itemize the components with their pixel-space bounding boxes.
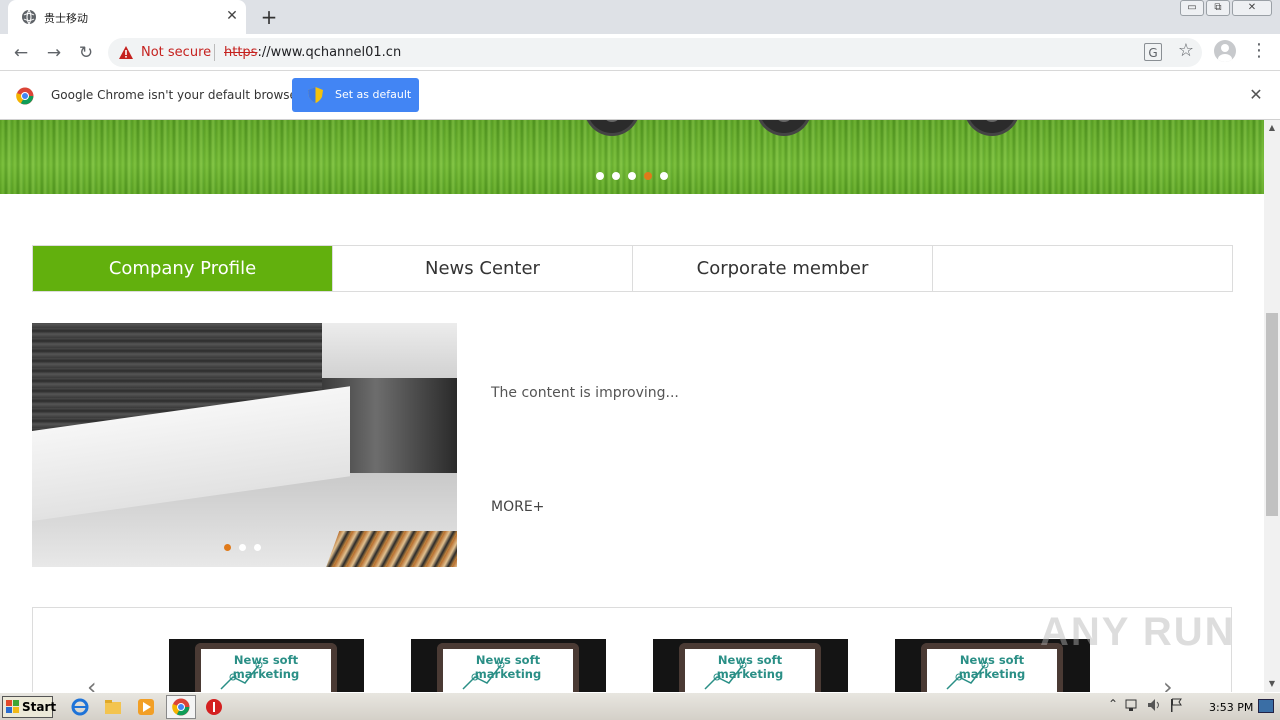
infobar-close-icon[interactable]: ✕ [1247, 86, 1265, 104]
photo-pagination [224, 544, 261, 551]
news-card[interactable]: News soft marketing [169, 639, 364, 692]
banner-dot[interactable] [660, 172, 668, 180]
tab-company-profile[interactable]: Company Profile [33, 246, 333, 291]
photo-ceiling [322, 323, 457, 383]
banner-dot[interactable] [596, 172, 604, 180]
url-scheme: https [224, 45, 258, 60]
tray-expand-icon[interactable]: ⌃ [1108, 697, 1118, 713]
scroll-down-arrow-icon[interactable]: ▼ [1264, 676, 1280, 692]
photo-dot[interactable] [224, 544, 231, 551]
banner-wheel [584, 120, 640, 136]
window-controls: ▭ ⧉ ✕ [1180, 0, 1272, 18]
reload-button[interactable]: ↻ [75, 42, 97, 64]
banner-wheel [964, 120, 1020, 136]
bookmark-star-icon[interactable]: ☆ [1176, 41, 1196, 61]
photo-dot[interactable] [254, 544, 261, 551]
tab-news-center[interactable]: News Center [333, 246, 633, 291]
browser-tab[interactable]: 贵士移动 ✕ [8, 0, 246, 34]
trend-line-icon [946, 661, 989, 690]
page-scrollbar[interactable]: ▲ ▼ [1264, 120, 1280, 692]
profile-content-text: The content is improving... [491, 385, 679, 401]
chrome-taskbar-button[interactable] [166, 695, 196, 719]
url-host: ://www.qchannel01.cn [257, 45, 402, 60]
person-icon [1218, 44, 1232, 62]
banner-dot[interactable] [644, 172, 652, 180]
folder-icon[interactable] [104, 698, 122, 716]
uac-shield-icon [308, 87, 323, 103]
warning-icon [119, 46, 133, 59]
set-default-button[interactable]: Set as default [292, 78, 419, 112]
restore-button[interactable]: ⧉ [1206, 0, 1230, 16]
tab-title: 贵士移动 [44, 12, 88, 25]
chrome-icon [172, 698, 190, 716]
anyrun-watermark: ANY RUN [1040, 610, 1236, 654]
url-text[interactable]: https://www.qchannel01.cn [224, 45, 401, 60]
back-button[interactable]: ← [10, 42, 32, 64]
hero-banner [0, 120, 1264, 194]
not-secure-label[interactable]: Not secure [141, 45, 211, 60]
trend-line-icon [220, 661, 263, 690]
browser-toolbar: ← → ↻ Not secure https://www.qchannel01.… [0, 34, 1280, 71]
profile-avatar[interactable] [1214, 40, 1236, 62]
chrome-logo-icon [16, 87, 34, 105]
action-center-flag-icon[interactable] [1168, 697, 1184, 713]
banner-dot[interactable] [628, 172, 636, 180]
lobby-photo-slider[interactable] [32, 323, 457, 567]
page-viewport: Company Profile News Center Corporate me… [0, 120, 1264, 692]
photo-dot[interactable] [239, 544, 246, 551]
tab-close-icon[interactable]: ✕ [223, 7, 241, 25]
more-link[interactable]: MORE+ [491, 499, 544, 515]
scroll-up-arrow-icon[interactable]: ▲ [1264, 120, 1280, 136]
minimize-button[interactable]: ▭ [1180, 0, 1204, 16]
banner-wheel [756, 120, 812, 136]
taskbar-clock[interactable]: 3:53 PM [1209, 701, 1253, 714]
windows-flag-icon [6, 700, 19, 713]
volume-icon[interactable] [1146, 697, 1162, 713]
scroll-thumb[interactable] [1266, 313, 1278, 516]
address-bar[interactable]: Not secure https://www.qchannel01.cn G ☆ [108, 38, 1202, 67]
tab-strip: 贵士移动 ✕ + ▭ ⧉ ✕ [0, 0, 1280, 34]
show-desktop-button[interactable] [1258, 699, 1274, 713]
close-window-button[interactable]: ✕ [1232, 0, 1272, 16]
carousel-next-arrow[interactable]: › [1163, 673, 1173, 692]
forward-button[interactable]: → [43, 42, 65, 64]
start-button[interactable]: Start [2, 696, 57, 718]
system-tray: ⌃ [1108, 697, 1184, 713]
trend-line-icon [704, 661, 747, 690]
start-label: Start [22, 700, 57, 714]
default-browser-infobar: Google Chrome isn't your default browser… [0, 71, 1280, 120]
network-icon[interactable] [1124, 697, 1140, 713]
globe-icon [22, 9, 36, 25]
chrome-menu-icon[interactable]: ⋮ [1250, 40, 1268, 62]
news-card[interactable]: News soft marketing [411, 639, 606, 692]
news-card[interactable]: News soft marketing [653, 639, 848, 692]
windows-taskbar: Start ⌃ 3:53 PM [0, 692, 1280, 720]
new-tab-button[interactable]: + [258, 6, 280, 28]
photo-rug [324, 531, 457, 567]
banner-pagination [596, 172, 668, 180]
translate-icon[interactable]: G [1144, 43, 1162, 61]
omnibox-divider [214, 44, 215, 61]
banner-dot[interactable] [612, 172, 620, 180]
profile-tabs: Company Profile News Center Corporate me… [32, 245, 1233, 292]
infobar-message: Google Chrome isn't your default browser [51, 88, 302, 102]
trend-line-icon [462, 661, 505, 690]
tab-corporate-member[interactable]: Corporate member [633, 246, 933, 291]
stop-sign-icon[interactable] [205, 698, 223, 716]
internet-explorer-icon[interactable] [71, 698, 89, 716]
media-player-icon[interactable] [137, 698, 155, 716]
set-default-label: Set as default [335, 88, 412, 101]
carousel-prev-arrow[interactable]: ‹ [87, 673, 97, 692]
